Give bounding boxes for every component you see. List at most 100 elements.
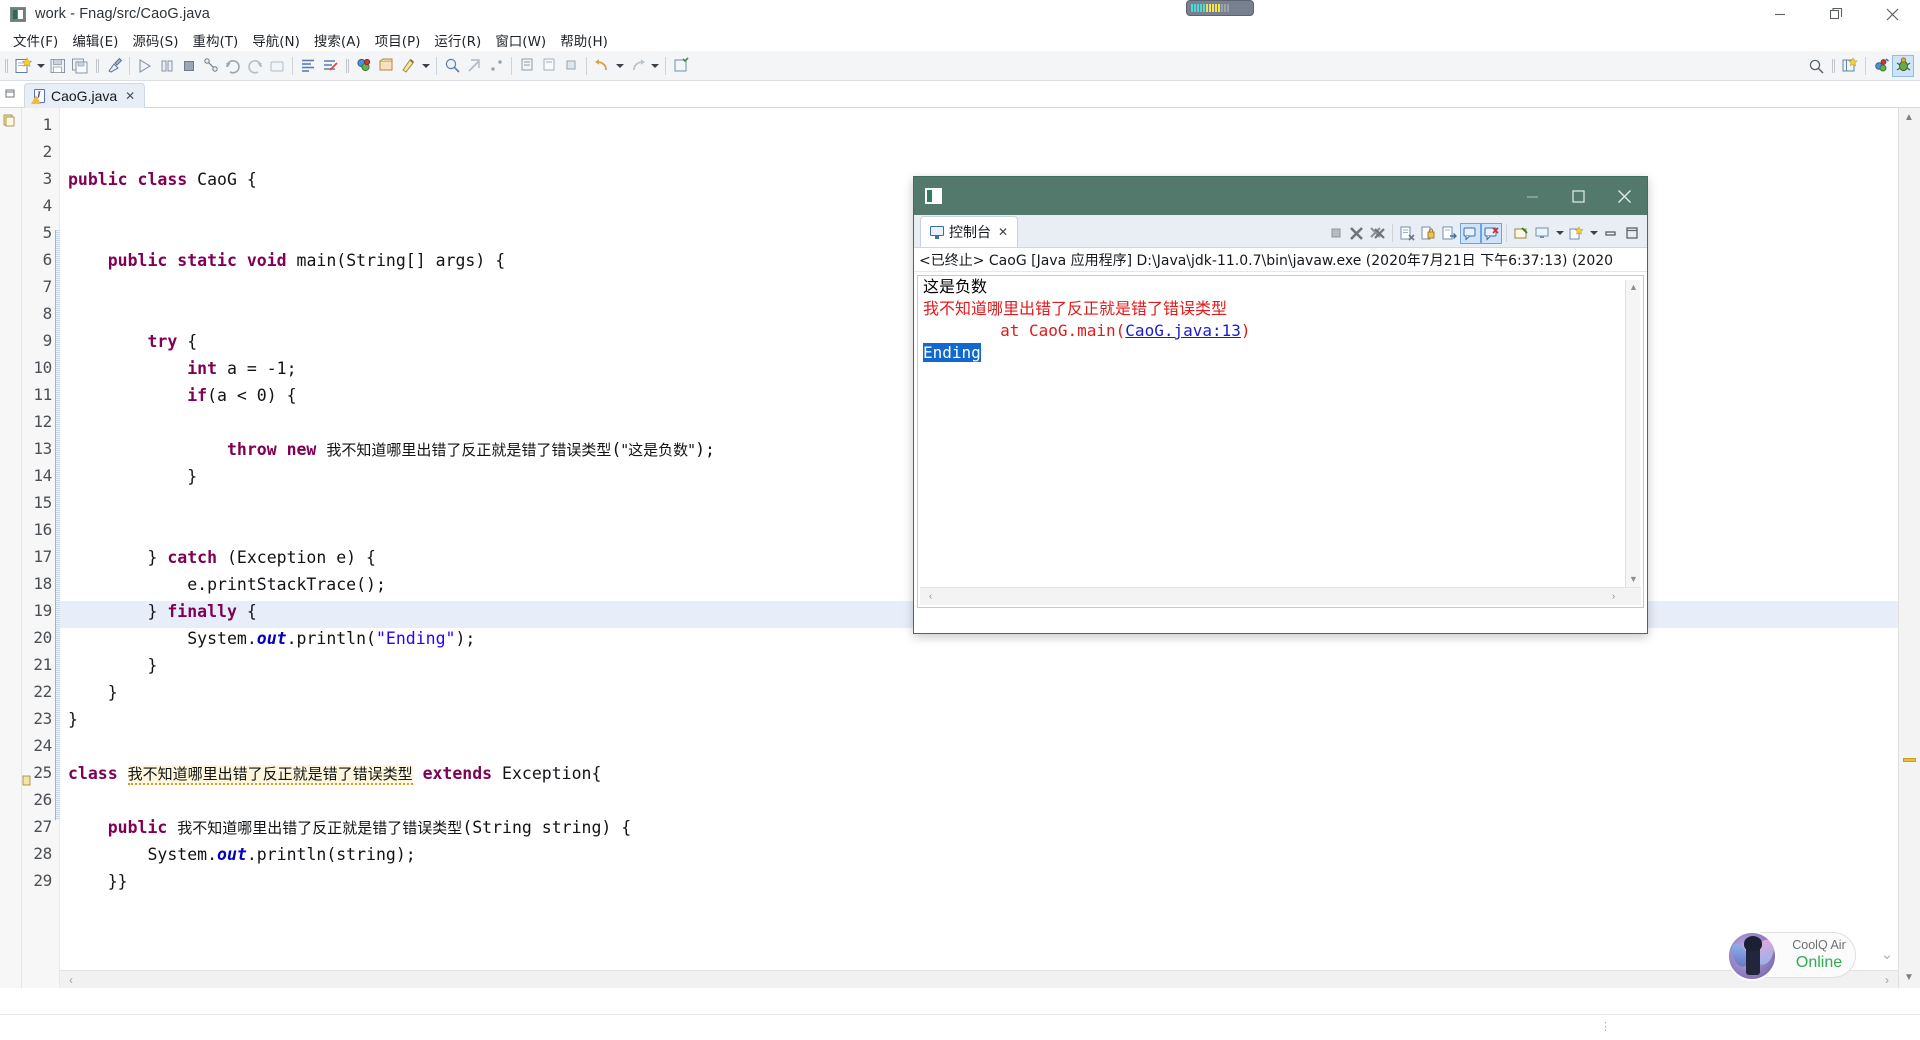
clear-console-icon[interactable] (1397, 223, 1418, 244)
debug-step-icon[interactable] (156, 55, 178, 77)
editor-overview-ruler[interactable]: ▲ ▼ (1898, 108, 1920, 988)
menu-run[interactable]: 运行(R) (427, 28, 488, 52)
menu-refactor[interactable]: 重构(T) (186, 28, 246, 52)
toolbar-grip-2[interactable] (94, 56, 101, 76)
scroll-up-icon[interactable]: ▲ (1901, 110, 1917, 126)
console-window-controls (1509, 177, 1647, 215)
external-tools-icon[interactable] (266, 55, 288, 77)
previous-annotation-icon[interactable] (538, 55, 560, 77)
maximize-icon[interactable] (1555, 177, 1601, 215)
print-icon[interactable] (103, 55, 125, 77)
save-icon[interactable] (47, 55, 69, 77)
toolbar-grip-right[interactable] (1830, 56, 1837, 76)
restore-icon[interactable] (1808, 0, 1864, 28)
minimize-view-icon[interactable] (1600, 223, 1621, 244)
close-icon[interactable] (1601, 177, 1647, 215)
pin-console-icon[interactable] (1460, 222, 1481, 244)
line-number: 6 (42, 250, 53, 269)
coverage-icon[interactable] (200, 55, 222, 77)
line-number: 25 (33, 763, 52, 782)
new-class-icon[interactable] (397, 55, 419, 77)
line-number: 22 (33, 682, 52, 701)
scroll-lock-icon[interactable] (1418, 223, 1439, 244)
console-horizontal-scrollbar[interactable]: ‹ › (920, 587, 1641, 605)
taskbar-preview-thumbnail[interactable] (1186, 0, 1254, 16)
editor-horizontal-scrollbar[interactable]: ‹ › (60, 970, 1898, 988)
back-icon[interactable] (591, 55, 613, 77)
open-type-icon[interactable] (441, 55, 463, 77)
scroll-left-icon[interactable]: ‹ (923, 589, 938, 604)
new-package-icon[interactable] (375, 55, 397, 77)
scroll-right-icon[interactable]: › (1606, 589, 1621, 604)
open-console-dropdown-icon[interactable] (1553, 222, 1566, 244)
status-bar-grip[interactable]: ⋮ (1600, 1022, 1611, 1034)
link-icon[interactable] (485, 55, 507, 77)
selected-output-text[interactable]: Ending (923, 343, 981, 362)
chevron-down-icon[interactable]: ⌄ (1878, 946, 1896, 964)
scroll-down-icon[interactable]: ▼ (1901, 970, 1917, 986)
save-all-icon[interactable] (69, 55, 91, 77)
open-console-icon[interactable] (1511, 223, 1532, 244)
new-console-dropdown-icon[interactable] (1587, 222, 1600, 244)
console-vertical-scrollbar[interactable]: ▲ ▼ (1625, 280, 1640, 587)
close-icon[interactable]: ✕ (998, 225, 1008, 239)
forward-dropdown-icon[interactable] (648, 55, 661, 77)
scroll-up-icon[interactable]: ▲ (1626, 280, 1641, 295)
skip-breakpoints-icon[interactable] (319, 55, 341, 77)
back-dropdown-icon[interactable] (613, 55, 626, 77)
new-console-view-icon[interactable] (1532, 223, 1553, 244)
minimize-icon[interactable] (1509, 177, 1555, 215)
show-console-on-output-icon[interactable] (1439, 223, 1460, 244)
menu-help[interactable]: 帮助(H) (553, 28, 615, 52)
console-output-area[interactable]: 这是负数 我不知道哪里出错了反正就是错了错误类型 at CaoG.main(Ca… (917, 275, 1644, 608)
close-icon[interactable] (1864, 0, 1920, 28)
new-dropdown-icon[interactable] (34, 55, 47, 77)
new-wizard-icon[interactable] (12, 55, 34, 77)
console-window[interactable]: 控制台 ✕ <已终止> CaoG [Java 应用程序] D:\Java\jdk… (913, 176, 1648, 634)
forward-icon[interactable] (626, 55, 648, 77)
scroll-left-icon[interactable]: ‹ (64, 972, 78, 988)
debug-perspective-icon[interactable] (1892, 54, 1914, 77)
run-icon[interactable] (134, 55, 156, 77)
toolbar-grip-3[interactable] (344, 56, 351, 76)
new-java-project-icon[interactable] (353, 55, 375, 77)
toolbar-grip[interactable] (3, 56, 10, 76)
quick-access-search-icon[interactable] (1805, 55, 1827, 77)
debug-last-icon[interactable] (244, 55, 266, 77)
menu-navigate[interactable]: 导航(N) (245, 28, 307, 52)
pin-editor-icon[interactable] (670, 55, 692, 77)
console-window-title-bar[interactable] (914, 177, 1647, 215)
terminate-icon[interactable] (1325, 223, 1346, 244)
last-edit-location-icon[interactable] (560, 55, 582, 77)
display-selected-console-icon[interactable] (1481, 222, 1502, 244)
scroll-right-icon[interactable]: › (1880, 972, 1894, 988)
line-number: 5 (42, 223, 53, 242)
new-console-icon[interactable] (1566, 223, 1587, 244)
console-view-tab[interactable]: 控制台 ✕ (920, 216, 1019, 247)
search-type-icon[interactable] (463, 55, 485, 77)
run-last-icon[interactable] (222, 55, 244, 77)
terminate-icon[interactable] (178, 55, 200, 77)
remove-launch-icon[interactable] (1346, 223, 1367, 244)
menu-window[interactable]: 窗口(W) (488, 28, 553, 52)
toggle-markoccurrences-icon[interactable] (297, 55, 319, 77)
editor-tab-caog-java[interactable]: J CaoG.java ✕ (24, 83, 146, 108)
overview-warning-marker[interactable] (1903, 758, 1916, 762)
minimize-icon[interactable] (1752, 0, 1808, 28)
restore-editor-icon[interactable] (4, 87, 18, 101)
menu-project[interactable]: 项目(P) (368, 28, 428, 52)
stacktrace-link[interactable]: CaoG.java:13 (1125, 321, 1241, 340)
next-annotation-icon[interactable] (516, 55, 538, 77)
coolq-status-widget[interactable]: CoolQ Air Online (1727, 931, 1856, 981)
scroll-down-icon[interactable]: ▼ (1626, 572, 1641, 587)
close-icon[interactable]: ✕ (124, 90, 136, 102)
menu-file[interactable]: 文件(F) (6, 28, 65, 52)
open-perspective-icon[interactable] (1839, 55, 1861, 77)
maximize-view-icon[interactable] (1621, 223, 1642, 244)
menu-edit[interactable]: 编辑(E) (65, 28, 125, 52)
new-class-dropdown-icon[interactable] (419, 55, 432, 77)
remove-all-launches-icon[interactable] (1367, 223, 1388, 244)
java-perspective-icon[interactable] (1870, 55, 1892, 77)
menu-search[interactable]: 搜索(A) (307, 28, 368, 52)
menu-source[interactable]: 源码(S) (125, 28, 185, 52)
